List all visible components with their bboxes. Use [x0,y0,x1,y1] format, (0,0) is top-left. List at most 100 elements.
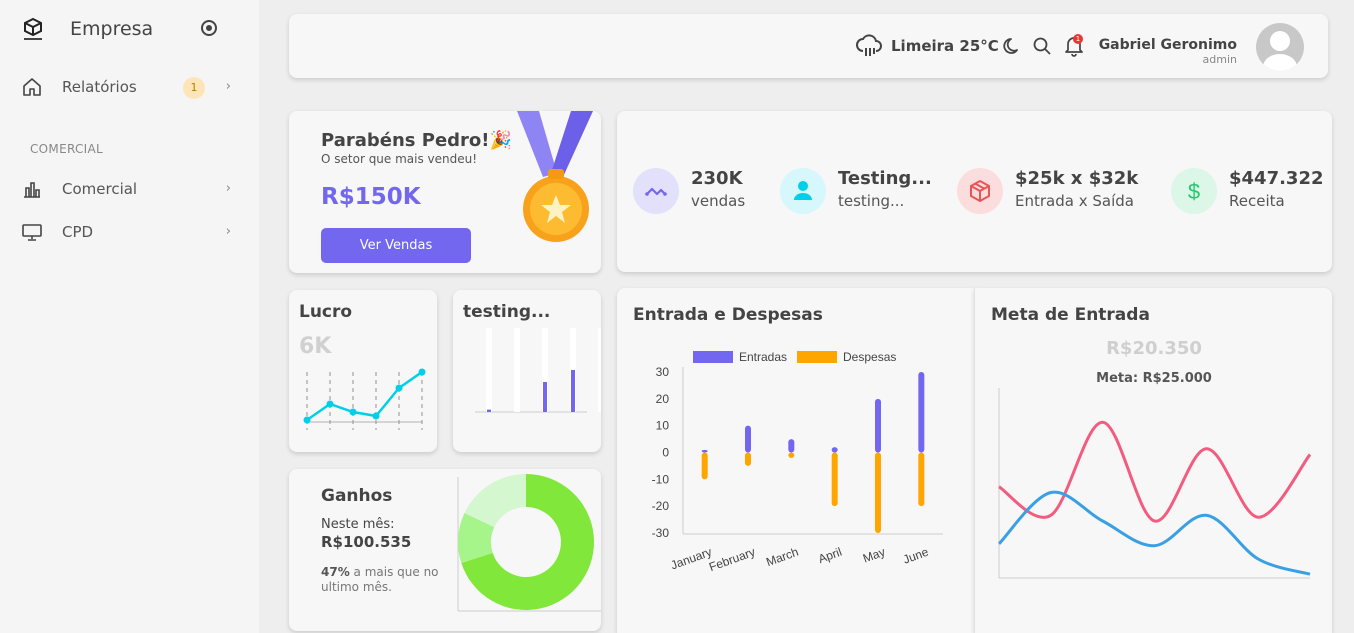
dollar-icon: $ [1188,179,1200,204]
lucro-point [372,412,380,420]
lucro-line [306,370,423,422]
panel-title: Meta de Entrada [991,305,1150,325]
sidebar-item-relatorios[interactable]: Relatórios 1 › [22,73,237,103]
stat-icon-circle: $ [1171,168,1217,214]
meta-entrada-panel: Meta de Entrada R$20.350 Meta: R$25.000 [974,288,1332,633]
ganhos-note-pct: 47% [321,565,350,579]
stat-caption: Receita [1229,192,1285,210]
stat-icon-circle [780,168,826,214]
congrats-card: Parabéns Pedro!🎉 O setor que mais vendeu… [289,111,601,273]
lucro-point [349,408,357,416]
stats-card: 230K vendas Testing... testing... $25k x… [617,111,1332,272]
sidebar-item-comercial[interactable]: Comercial › [22,175,237,205]
lucro-point [303,416,311,424]
series-bar [788,439,795,453]
svg-text:$: $ [1188,179,1200,204]
x-tick-label: April [816,545,843,566]
lucro-chart [303,368,426,430]
meta-value: R$20.350 [1106,338,1202,359]
y-tick-label: 30 [656,365,670,379]
medal-icon [517,111,593,242]
user-avatar-icon [1263,31,1297,71]
stat-caption: testing... [838,192,905,210]
notification-badge: 1 [183,77,205,99]
series-bar [745,452,751,466]
bar-chart-icon [24,182,40,198]
stat-value: 230K [691,168,743,189]
home-icon [23,78,41,96]
congrats-title: Parabéns Pedro!🎉 [321,130,512,151]
ver-vendas-button[interactable]: Ver Vendas [321,228,471,263]
stat-icon-circle [633,168,679,214]
series-bar [701,449,708,453]
y-tick-label: 0 [662,446,669,460]
testing-bar [487,409,491,412]
y-tick-label: -10 [652,472,670,486]
series-bar [875,398,881,453]
user-role: admin [1202,53,1237,66]
chevron-right-icon: › [225,181,231,196]
sidebar: Empresa Relatórios 1 › COMERCIAL Comerci… [0,0,259,633]
ganhos-amount: R$100.535 [321,533,412,551]
meta-goal: Meta: R$25.000 [1096,371,1212,386]
lucro-point [418,368,426,376]
stat-icon-circle [957,168,1003,214]
x-tick-label: May [861,545,887,566]
testing-bar [571,370,575,412]
entrada-despesas-panel: Entrada e Despesas Entradas Despesas 30 20 1… [617,288,974,633]
x-tick-label: March [764,545,800,570]
y-tick-label: -30 [652,526,670,540]
bar-track [598,328,601,412]
testing-bar [543,382,547,412]
series-bar [831,447,838,453]
stat-caption: Entrada x Saída [1015,192,1134,210]
monitor-icon [22,224,42,241]
top-bar: Limeira 25°C 1 Gabriel Geronimo admin [289,14,1328,78]
cloud-rain-icon [856,34,882,56]
box-icon [970,180,990,202]
sidebar-toggle-icon[interactable] [201,20,217,36]
series-bar [788,452,795,458]
y-tick-label: 20 [656,392,670,406]
stat-value: Testing... [838,168,932,189]
testing-card: testing... [453,290,601,452]
user-info[interactable]: Gabriel Geronimo admin [1099,37,1237,66]
avatar[interactable] [1256,23,1304,71]
panel-title: Entrada e Despesas [633,305,823,325]
ganhos-card: Ganhos Neste mês: R$100.535 47% a mais q… [289,469,601,631]
series-bar [701,452,708,480]
chevron-right-icon: › [225,224,231,239]
ganhos-title: Ganhos [321,486,393,506]
y-tick-label: 10 [656,419,670,433]
congrats-subtitle: O setor que mais vendeu! [321,152,478,166]
lucro-point [395,384,403,392]
ganhos-donut-chart [457,474,601,612]
chevron-right-icon: › [225,79,231,94]
bar-track [514,328,520,412]
sidebar-item-cpd[interactable]: CPD › [22,218,237,248]
search-icon[interactable] [1032,36,1052,56]
ganhos-label: Neste mês: [321,517,395,532]
series-bar [918,372,925,453]
legend-swatch [797,351,837,363]
stat-caption: vendas [691,192,746,210]
moon-icon[interactable] [1002,36,1022,56]
logo-icon [24,17,42,40]
legend-swatch [693,351,733,363]
notification-dot: 1 [1073,34,1083,44]
congrats-amount: R$150K [321,184,421,210]
lucro-card: Lucro 6K [289,290,437,452]
user-name: Gabriel Geronimo [1098,37,1237,53]
brand: Empresa [22,14,237,46]
weather-text: Limeira 25°C [891,37,999,55]
series-bar [745,425,751,453]
stat-value: $25k x $32k [1015,168,1139,189]
legend-label: Despesas [843,350,896,364]
series-bar [875,452,881,533]
entrada-despesas-chart: Entradas Despesas 30 20 10 0 -10 -20 -30 JanuaryF… [652,350,943,575]
meta-series-line [998,420,1312,523]
trending-icon [645,187,667,196]
section-label: COMERCIAL [30,142,104,156]
x-tick-label: February [707,545,757,575]
sidebar-item-label: Comercial [62,180,138,198]
